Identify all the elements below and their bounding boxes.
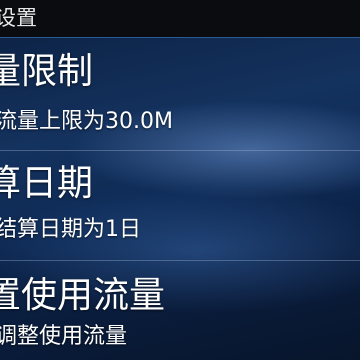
settings-item-subtitle: 调整使用流量 bbox=[0, 324, 128, 349]
settings-item-adjust-usage[interactable]: 置使用流量 调整使用流量 bbox=[0, 268, 360, 360]
settings-item-data-limit[interactable]: 量限制 流量上限为30.0M bbox=[0, 48, 360, 148]
settings-screen: 设置 量限制 流量上限为30.0M 算日期 结算日期为1日 置使用流量 调整使用… bbox=[0, 0, 360, 360]
list-divider bbox=[0, 150, 360, 151]
settings-item-subtitle: 流量上限为30.0M bbox=[0, 109, 173, 134]
list-divider bbox=[0, 260, 360, 261]
title-bar: 设置 bbox=[0, 0, 360, 37]
settings-item-title: 置使用流量 bbox=[0, 275, 166, 316]
settings-item-title: 量限制 bbox=[0, 51, 94, 92]
title-bar-divider bbox=[0, 37, 360, 38]
settings-item-billing-date[interactable]: 算日期 结算日期为1日 bbox=[0, 158, 360, 258]
settings-item-subtitle: 结算日期为1日 bbox=[0, 217, 141, 242]
settings-item-title: 算日期 bbox=[0, 163, 94, 204]
page-title: 设置 bbox=[0, 6, 37, 30]
